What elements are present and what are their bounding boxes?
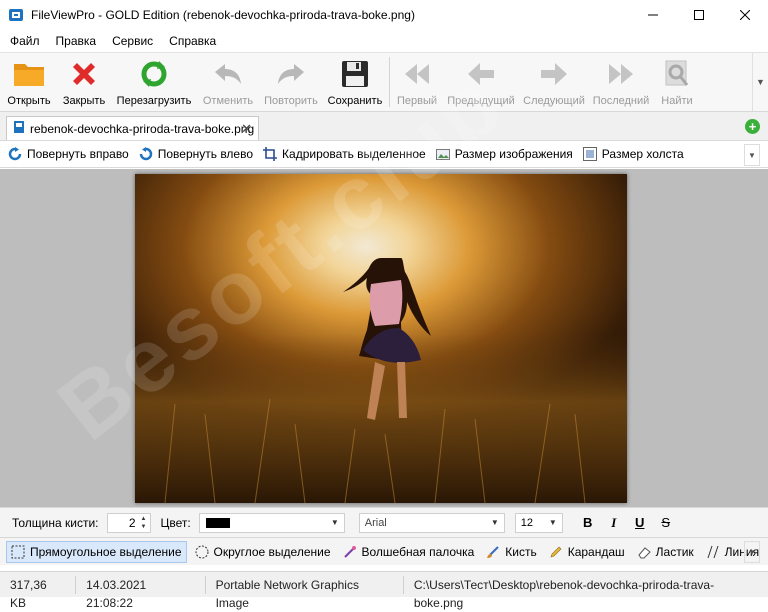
ellipse-select-icon [195, 545, 209, 559]
file-size: 317,36 KB [0, 575, 77, 610]
image-size-icon [435, 147, 450, 161]
previous-button[interactable]: Предыдущий [441, 53, 521, 111]
document-tab-bar: rebenok-devochka-priroda-trava-boke.png … [0, 112, 768, 140]
magic-wand-tool[interactable]: Волшебная палочка [339, 541, 479, 563]
rotate-left-button[interactable]: Повернуть влево [139, 147, 253, 161]
bold-button[interactable]: B [577, 513, 599, 533]
floppy-disk-icon [338, 57, 372, 91]
rotate-right-button[interactable]: Повернуть вправо [8, 147, 129, 161]
brush-icon [486, 545, 500, 559]
next-button[interactable]: Следующий [521, 53, 587, 111]
title-bar: FileViewPro - GOLD Edition (rebenok-devo… [0, 0, 768, 30]
selection-tools-overflow-button[interactable]: ▼ [744, 541, 760, 563]
color-swatch [205, 517, 230, 528]
find-button[interactable]: Найти [655, 53, 699, 111]
canvas-size-icon [582, 147, 597, 161]
italic-button[interactable]: I [603, 513, 625, 533]
rotate-left-icon [139, 147, 153, 161]
image-size-button[interactable]: Размер изображения [435, 147, 573, 161]
chevron-down-icon: ▼ [330, 517, 339, 527]
menu-tools[interactable]: Сервис [104, 30, 161, 52]
close-file-button[interactable]: Закрыть [58, 53, 110, 111]
pencil-icon [549, 545, 563, 559]
photo-girl-in-grass [135, 174, 627, 503]
chevron-down-icon: ▼ [490, 517, 499, 527]
eraser-icon [637, 545, 651, 559]
canvas-size-button[interactable]: Размер холста [582, 147, 684, 161]
toolbar-overflow-button[interactable]: ▼ [752, 53, 768, 111]
brush-settings-bar: Толщина кисти: 2 ▲ ▼ Цвет: ▼ Arial ▼ 12 ▼… [0, 507, 768, 537]
menu-bar: Файл Правка Сервис Справка [0, 30, 768, 52]
add-tab-icon[interactable]: + [745, 119, 760, 134]
rotate-right-icon [8, 147, 22, 161]
last-icon [604, 57, 638, 91]
menu-edit[interactable]: Правка [48, 30, 105, 52]
chevron-down-icon: ▼ [548, 517, 557, 527]
tab-close-icon[interactable]: ✕ [241, 121, 252, 137]
magic-wand-icon [343, 545, 357, 559]
maximize-button[interactable] [676, 0, 722, 30]
pencil-tool[interactable]: Карандаш [545, 541, 629, 563]
search-icon [660, 57, 694, 91]
rect-select-icon [11, 545, 25, 559]
app-icon [8, 7, 24, 23]
eraser-tool[interactable]: Ластик [633, 541, 698, 563]
color-label: Цвет: [160, 515, 191, 530]
first-icon [400, 57, 434, 91]
rect-select-tool[interactable]: Прямоугольное выделение [6, 540, 187, 563]
font-size-dropdown[interactable]: 12 ▼ [514, 512, 563, 533]
main-toolbar: Открыть Закрыть Перезагрузить Отменить П… [0, 52, 768, 112]
file-type: Portable Network Graphics Image [206, 575, 404, 610]
document-tab[interactable]: rebenok-devochka-priroda-trava-boke.png … [6, 116, 259, 140]
folder-icon [12, 57, 46, 91]
first-button[interactable]: Первый [393, 53, 441, 111]
crop-selection-button[interactable]: Кадрировать выделенное [263, 147, 426, 161]
brush-tool[interactable]: Кисть [482, 541, 540, 563]
tab-label: rebenok-devochka-priroda-trava-boke.png [30, 121, 255, 136]
brush-thickness-label: Толщина кисти: [12, 515, 99, 530]
underline-button[interactable]: U [629, 513, 651, 533]
strikethrough-button[interactable]: S [655, 513, 677, 533]
brush-thickness-stepper[interactable]: 2 ▲ ▼ [106, 512, 151, 533]
file-date: 14.03.2021 21:08:22 [76, 575, 206, 610]
save-button[interactable]: Сохранить [324, 53, 386, 111]
arrow-right-icon [537, 57, 571, 91]
ellipse-select-tool[interactable]: Округлое выделение [191, 541, 335, 563]
open-button[interactable]: Открыть [0, 53, 58, 111]
reload-button[interactable]: Перезагрузить [110, 53, 198, 111]
last-button[interactable]: Последний [587, 53, 655, 111]
menu-help[interactable]: Справка [161, 30, 224, 52]
font-dropdown[interactable]: Arial ▼ [358, 512, 505, 533]
image-tools-bar: Повернуть вправо Повернуть влево Кадриро… [0, 140, 768, 168]
status-bar: 317,36 KB 14.03.2021 21:08:22 Portable N… [0, 571, 768, 610]
minimize-button[interactable] [630, 0, 676, 30]
window-title: FileViewPro - GOLD Edition (rebenok-devo… [31, 8, 415, 22]
image-canvas[interactable] [0, 169, 768, 507]
selection-tools-bar: Прямоугольное выделение Округлое выделен… [0, 537, 768, 565]
undo-button[interactable]: Отменить [198, 53, 258, 111]
arrow-left-icon [464, 57, 498, 91]
redo-icon [274, 57, 308, 91]
stepper-arrows-icon[interactable]: ▲ ▼ [139, 515, 149, 531]
image-tools-overflow-button[interactable]: ▼ [744, 144, 760, 166]
color-dropdown[interactable]: ▼ [198, 512, 345, 533]
file-icon [13, 120, 25, 137]
redo-button[interactable]: Повторить [258, 53, 324, 111]
close-window-button[interactable] [722, 0, 768, 30]
reload-icon [137, 57, 171, 91]
file-path: C:\Users\Тест\Desktop\rebenok-devochka-p… [413, 577, 715, 610]
undo-icon [211, 57, 245, 91]
menu-file[interactable]: Файл [2, 30, 48, 52]
line-icon [706, 545, 720, 559]
image-preview [135, 174, 627, 503]
close-x-icon [67, 57, 101, 91]
toolbar-separator [389, 57, 390, 107]
crop-icon [263, 147, 278, 161]
